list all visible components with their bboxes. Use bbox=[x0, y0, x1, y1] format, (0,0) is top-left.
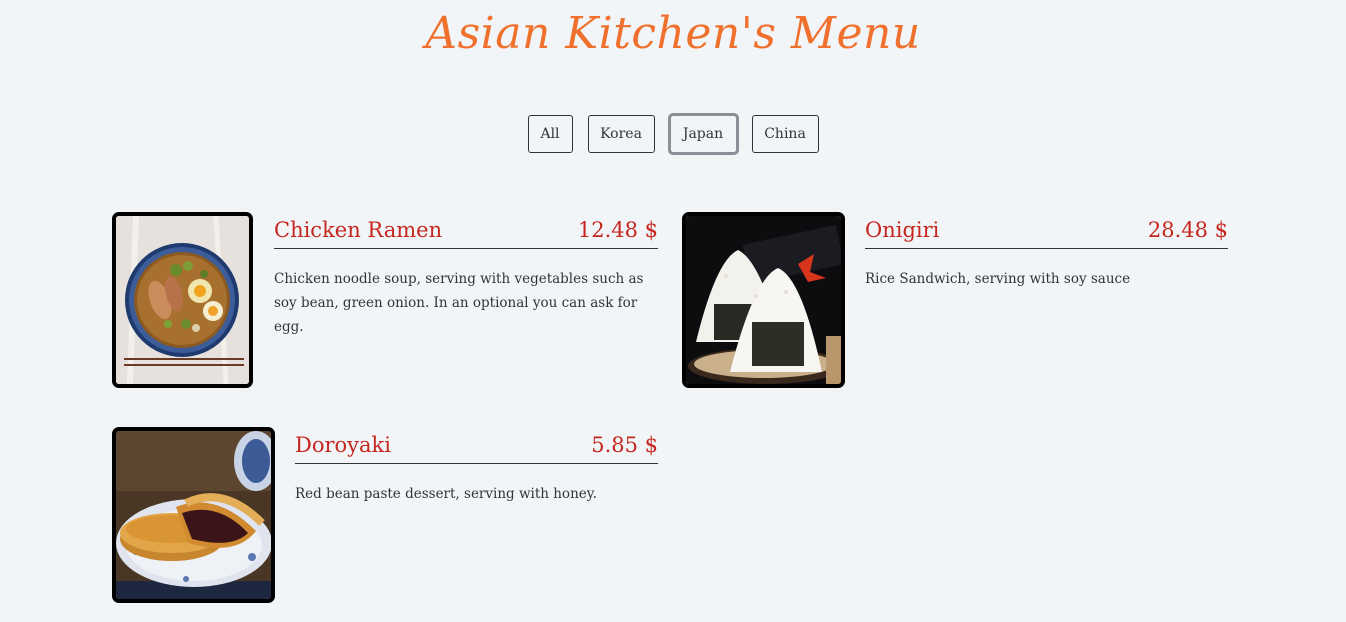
onigiri-photo bbox=[682, 212, 845, 388]
menu-page: Asian Kitchen's Menu All Korea Japan Chi… bbox=[0, 0, 1346, 622]
item-header: Chicken Ramen 12.48 $ bbox=[274, 212, 658, 249]
filter-korea-button[interactable]: Korea bbox=[587, 115, 655, 153]
filter-all-button[interactable]: All bbox=[527, 115, 573, 153]
item-name: Onigiri bbox=[865, 218, 940, 242]
item-info: Onigiri 28.48 $ Rice Sandwich, serving w… bbox=[865, 212, 1228, 388]
item-name: Doroyaki bbox=[295, 433, 391, 457]
menu-item: Chicken Ramen 12.48 $ Chicken noodle sou… bbox=[112, 212, 658, 388]
item-price: 12.48 $ bbox=[577, 218, 658, 242]
menu-item: Doroyaki 5.85 $ Red bean paste dessert, … bbox=[112, 427, 658, 603]
item-info: Chicken Ramen 12.48 $ Chicken noodle sou… bbox=[274, 212, 658, 388]
item-description: Chicken noodle soup, serving with vegeta… bbox=[274, 271, 644, 335]
item-price: 28.48 $ bbox=[1147, 218, 1228, 242]
dorayaki-photo bbox=[112, 427, 275, 603]
item-description: Red bean paste dessert, serving with hon… bbox=[295, 486, 597, 502]
item-header: Onigiri 28.48 $ bbox=[865, 212, 1228, 249]
page-title: Asian Kitchen's Menu bbox=[425, 8, 921, 59]
item-name: Chicken Ramen bbox=[274, 218, 443, 242]
item-price: 5.85 $ bbox=[591, 433, 658, 457]
item-header: Doroyaki 5.85 $ bbox=[295, 427, 658, 464]
category-filter-bar: All Korea Japan China bbox=[0, 113, 1346, 155]
menu-item: Onigiri 28.48 $ Rice Sandwich, serving w… bbox=[682, 212, 1228, 388]
ramen-photo bbox=[112, 212, 253, 388]
item-info: Doroyaki 5.85 $ Red bean paste dessert, … bbox=[295, 427, 658, 603]
filter-japan-button[interactable]: Japan bbox=[667, 113, 739, 155]
item-description: Rice Sandwich, serving with soy sauce bbox=[865, 271, 1131, 287]
filter-china-button[interactable]: China bbox=[751, 115, 819, 153]
